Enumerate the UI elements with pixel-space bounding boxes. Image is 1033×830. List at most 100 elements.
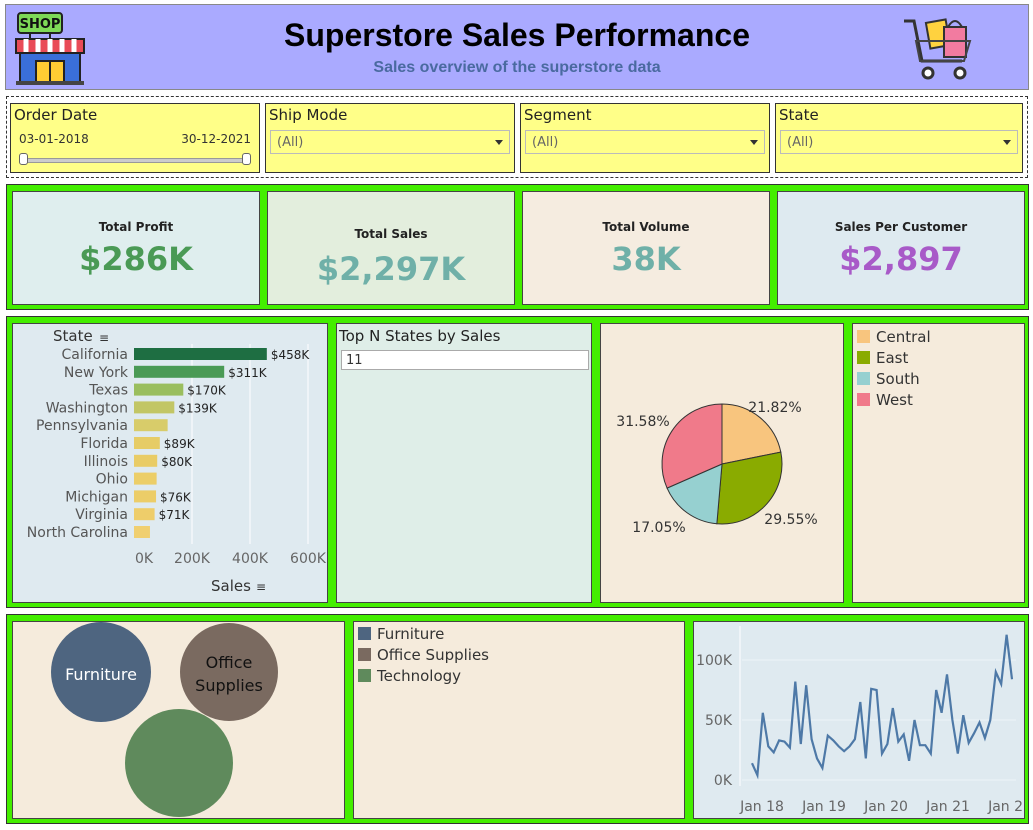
- bubble-label: Furniture: [65, 665, 137, 684]
- ship-mode-label: Ship Mode: [269, 106, 348, 124]
- kpi-band: Total Profit $286K Total Sales $2,297K T…: [6, 184, 1029, 310]
- legend-item-furniture[interactable]: Furniture: [358, 625, 444, 643]
- bubble: [125, 709, 233, 817]
- bar-value-label: $170K: [187, 384, 227, 398]
- legend-item-central[interactable]: Central: [857, 328, 931, 346]
- pie-slice-label: 31.58%: [616, 414, 669, 430]
- kpi-value: $286K: [79, 240, 193, 278]
- category-label: Michigan: [65, 489, 128, 505]
- legend-label: West: [876, 391, 913, 409]
- bottom-band: Furniture Office Supplies Furniture Office…: [6, 614, 1032, 824]
- segment-dropdown[interactable]: (All): [525, 130, 765, 154]
- middle-band: State ≡ California $458K New York $311K Texas $…: [6, 316, 1029, 608]
- state-value: (All): [787, 135, 814, 150]
- pie-slice-label: 29.55%: [764, 512, 817, 528]
- bar: [134, 419, 168, 432]
- region-pie-panel: 21.82% 29.55% 17.05% 31.58%: [600, 323, 844, 603]
- legend-item-west[interactable]: West: [857, 391, 913, 409]
- top-n-panel: Top N States by Sales 11: [336, 323, 592, 603]
- chevron-down-icon[interactable]: [1003, 140, 1011, 145]
- date-range-start-handle[interactable]: [19, 153, 28, 165]
- category-label: Texas: [88, 383, 128, 399]
- order-date-start: 03-01-2018: [19, 132, 89, 146]
- region-pie-chart: 21.82% 29.55% 17.05% 31.58%: [616, 400, 817, 536]
- legend-swatch: [358, 627, 371, 640]
- bar-value-label: $76K: [160, 490, 192, 504]
- legend-item-east[interactable]: East: [857, 349, 908, 367]
- kpi-value: $2,897: [839, 240, 963, 278]
- chevron-down-icon[interactable]: [750, 140, 758, 145]
- state-filter: State (All): [775, 103, 1023, 173]
- legend-swatch: [857, 330, 870, 343]
- chevron-down-icon[interactable]: [495, 140, 503, 145]
- bar-value-label: $80K: [161, 455, 193, 469]
- bar: [134, 454, 158, 467]
- x-tick-label: Jan 20: [863, 799, 908, 815]
- bar: [134, 383, 184, 396]
- legend-swatch: [358, 648, 371, 661]
- category-label: North Carolina: [27, 525, 128, 541]
- legend-item-office-supplies[interactable]: Office Supplies: [358, 646, 489, 664]
- order-date-filter[interactable]: Order Date 03-01-2018 30-12-2021: [10, 103, 260, 173]
- category-label: Pennsylvania: [36, 418, 128, 434]
- legend-swatch: [358, 669, 371, 682]
- top-n-input[interactable]: 11: [341, 350, 589, 370]
- filter-bar: Order Date 03-01-2018 30-12-2021 Ship Mo…: [6, 96, 1028, 178]
- legend-label: Office Supplies: [377, 646, 490, 664]
- sales-line: [750, 634, 1014, 780]
- legend-label: Furniture: [377, 625, 445, 643]
- kpi-label: Sales Per Customer: [834, 220, 968, 234]
- category-legend-panel: Furniture Office Supplies Technology: [353, 621, 685, 819]
- bar: [134, 526, 150, 538]
- header-banner: SHOP Superstore Sales Performance Sales …: [5, 4, 1029, 90]
- legend-item-technology[interactable]: Technology: [358, 667, 461, 685]
- state-sales-bar-chart: State ≡ California $458K New York $311K Texas $…: [27, 327, 327, 595]
- bar: [134, 401, 175, 414]
- sort-icon: ≡: [256, 580, 266, 594]
- segment-filter: Segment (All): [520, 103, 770, 173]
- order-date-end: 30-12-2021: [181, 132, 251, 146]
- legend-label: Technology: [377, 667, 462, 685]
- bar: [134, 472, 157, 485]
- date-range-end-handle[interactable]: [242, 153, 251, 165]
- x-tick-label: Jan 19: [801, 799, 846, 815]
- region-legend-panel: Central East South West: [852, 323, 1025, 603]
- legend-item-south[interactable]: South: [857, 370, 920, 388]
- shopping-cart-icon: [904, 18, 972, 80]
- x-tick-label: 600K: [290, 551, 327, 567]
- y-tick-label: 0K: [714, 773, 733, 789]
- bar-value-label: $89K: [164, 437, 196, 451]
- state-sales-panel: State ≡ California $458K New York $311K Texas $…: [12, 323, 328, 603]
- category-label: California: [62, 347, 128, 363]
- row-header: State: [53, 327, 93, 345]
- x-tick-label: Jan 21: [925, 799, 970, 815]
- bar: [134, 508, 155, 521]
- page-subtitle: Sales overview of the superstore data: [373, 59, 661, 76]
- category-label: Virginia: [75, 507, 128, 523]
- x-tick-label: 0K: [135, 551, 154, 567]
- date-range-slider-track[interactable]: [21, 158, 249, 163]
- bar-value-label: $311K: [228, 366, 268, 380]
- kpi-value: 38K: [611, 240, 681, 278]
- kpi-card-sales-per-customer: Sales Per Customer $2,897: [777, 191, 1025, 305]
- bar-value-label: $71K: [159, 508, 191, 522]
- pie-slice-label: 17.05%: [632, 520, 685, 536]
- page-title: Superstore Sales Performance: [284, 17, 750, 53]
- sort-icon: ≡: [99, 331, 109, 345]
- legend-swatch: [857, 372, 870, 385]
- legend-swatch: [857, 351, 870, 364]
- x-tick-label: 200K: [174, 551, 211, 567]
- x-tick-label: 400K: [232, 551, 269, 567]
- state-label: State: [779, 106, 819, 124]
- pie-slice-label: 21.82%: [748, 400, 801, 416]
- top-n-title: Top N States by Sales: [339, 327, 501, 345]
- bar-value-label: $458K: [271, 348, 311, 362]
- kpi-card-total-profit: Total Profit $286K: [12, 191, 260, 305]
- state-dropdown[interactable]: (All): [780, 130, 1018, 154]
- ship-mode-dropdown[interactable]: (All): [270, 130, 510, 154]
- legend-swatch: [857, 393, 870, 406]
- y-tick-label: 50K: [705, 713, 733, 729]
- category-label: New York: [64, 365, 129, 381]
- segment-value: (All): [532, 135, 559, 150]
- x-axis-label: Sales: [211, 577, 251, 595]
